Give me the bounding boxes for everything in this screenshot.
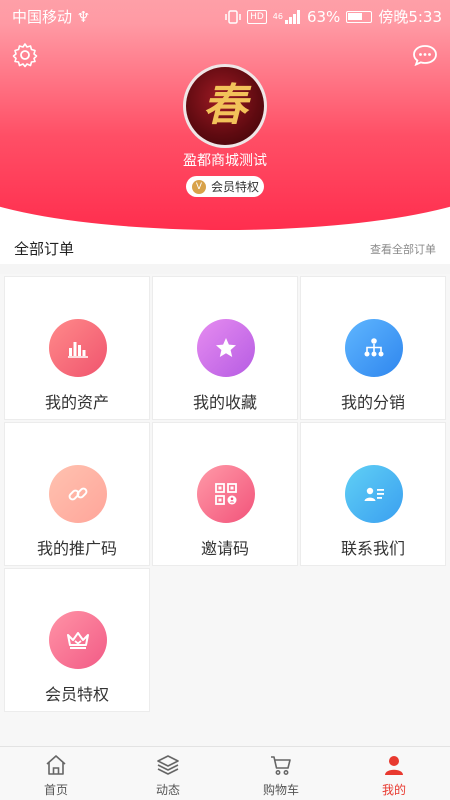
grid-item-vip-privileges[interactable]: 会员特权 — [4, 568, 150, 712]
view-all-orders-link[interactable]: 查看全部订单 — [370, 241, 436, 257]
battery-icon — [346, 10, 373, 23]
orders-title: 全部订单 — [14, 240, 75, 258]
tab-cart[interactable]: 购物车 — [225, 747, 337, 800]
settings-gear-icon[interactable] — [12, 42, 38, 68]
grid-item-label: 我的收藏 — [192, 393, 257, 412]
star-icon — [197, 319, 255, 377]
grid-item-label: 会员特权 — [44, 685, 109, 704]
grid-item-my-favorites[interactable]: 我的收藏 — [152, 276, 298, 420]
status-bar: 中国移动 ♆ HD 46 63% 傍晚5:33 — [0, 0, 450, 30]
grid-item-label: 我的资产 — [44, 393, 109, 412]
bars-icon — [49, 319, 107, 377]
message-bubble-icon[interactable] — [412, 44, 438, 66]
tab-label: 动态 — [155, 783, 180, 797]
bottom-tab-bar: 首页 动态 购物车 我的 — [0, 746, 450, 800]
grid-item-my-assets[interactable]: 我的资产 — [4, 276, 150, 420]
vip-privilege-badge[interactable]: V 会员特权 — [186, 176, 264, 197]
grid-item-label: 联系我们 — [340, 539, 405, 558]
qr-icon — [197, 465, 255, 523]
contact-card-icon — [345, 465, 403, 523]
clock: 傍晚5:33 — [378, 8, 442, 26]
grid-item-my-promo-code[interactable]: 我的推广码 — [4, 422, 150, 566]
avatar[interactable]: 春 — [183, 64, 267, 148]
carrier-name: 中国移动 ♆ — [12, 8, 91, 26]
cart-icon — [271, 756, 291, 775]
tab-home[interactable]: 首页 — [0, 747, 112, 800]
tab-label: 首页 — [43, 783, 68, 797]
hd-badge: HD — [247, 9, 267, 24]
tab-feed[interactable]: 动态 — [112, 747, 224, 800]
orders-section: 全部订单 查看全部订单 — [0, 232, 450, 264]
grid-item-label: 我的分销 — [340, 393, 405, 412]
vibrate-icon — [225, 9, 241, 24]
grid-item-invite-code[interactable]: 邀请码 — [152, 422, 298, 566]
home-icon — [46, 755, 66, 775]
signal-icon — [284, 9, 300, 24]
grid-item-my-distribution[interactable]: 我的分销 — [300, 276, 446, 420]
crown-icon — [49, 611, 107, 669]
status-indicators: HD 46 63% 傍晚5:33 — [225, 6, 442, 27]
tab-label: 我的 — [381, 783, 406, 797]
network-icon — [345, 319, 403, 377]
profile-header: 中国移动 ♆ HD 46 63% 傍晚5:33 春 盈都商城测试 V 会员特权 — [0, 0, 450, 232]
avatar-image: 春 — [203, 80, 247, 131]
link-icon — [49, 465, 107, 523]
tab-mine[interactable]: 我的 — [338, 747, 450, 800]
vip-icon: V — [192, 179, 206, 194]
section-divider — [0, 264, 450, 274]
layers-icon — [157, 755, 179, 775]
grid-item-label: 邀请码 — [200, 539, 249, 558]
grid-item-contact-us[interactable]: 联系我们 — [300, 422, 446, 566]
tab-label: 购物车 — [262, 783, 299, 797]
username: 盈都商城测试 — [183, 153, 267, 169]
network-type: 46 — [272, 12, 283, 21]
vip-label: 会员特权 — [211, 180, 260, 194]
user-icon — [385, 756, 403, 775]
battery-percent: 63% — [306, 7, 341, 26]
grid-item-label: 我的推广码 — [36, 539, 117, 558]
feature-grid: 我的资产 我的收藏 我的分销 我的推广码 邀请码 联系我们 会员特权 — [0, 274, 450, 746]
